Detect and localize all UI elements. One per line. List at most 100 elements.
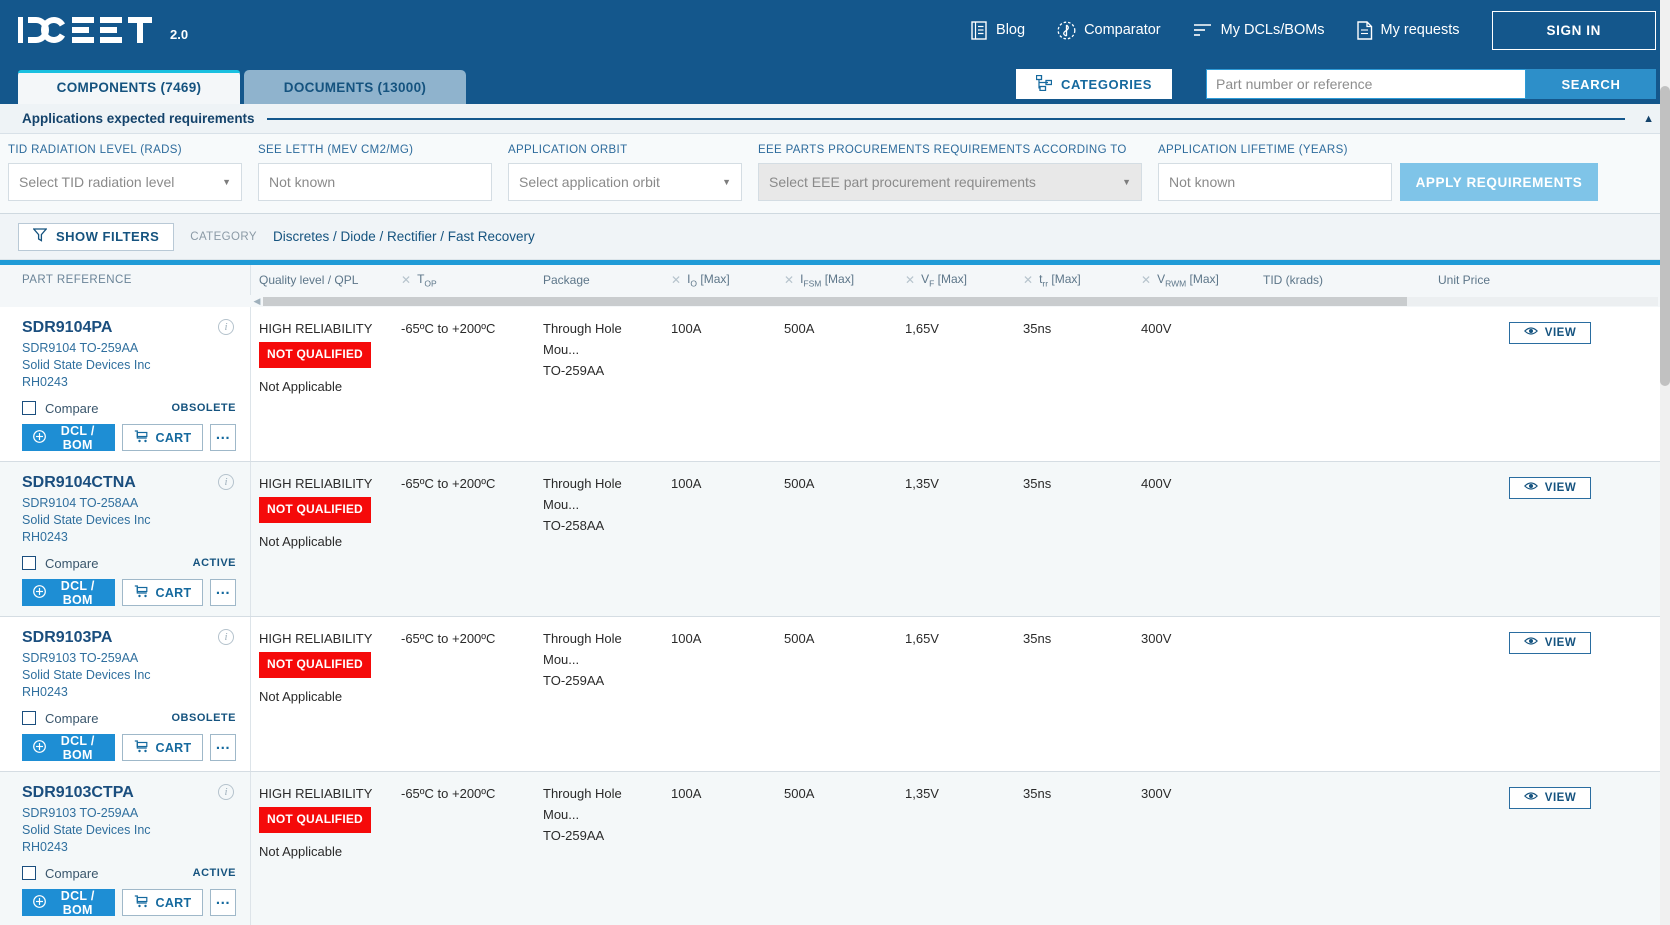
nav-my-requests[interactable]: My requests — [1341, 20, 1476, 40]
cart-button[interactable]: CART — [121, 734, 204, 761]
cart-label: CART — [155, 430, 192, 445]
scroll-left-arrow[interactable]: ◀ — [251, 296, 263, 307]
cart-button[interactable]: CART — [121, 889, 204, 916]
see-letth-value: Not known — [269, 174, 336, 190]
part-reference-cell: SDR9104CTNA SDR9104 TO-258AA Solid State… — [0, 462, 251, 616]
plus-circle-icon — [33, 429, 46, 446]
unit-price-cell: VIEW — [1430, 462, 1670, 616]
part-number[interactable]: SDR9103CTPA — [22, 784, 236, 802]
more-options-button[interactable]: … — [210, 734, 236, 761]
filter-bar: SHOW FILTERS CATEGORY Discretes / Diode … — [0, 214, 1670, 260]
cart-button[interactable]: CART — [121, 424, 204, 451]
col-top-label: TOP — [417, 271, 437, 289]
chevron-down-icon: ▼ — [222, 177, 231, 187]
search-button[interactable]: SEARCH — [1526, 69, 1656, 99]
part-number[interactable]: SDR9104PA — [22, 319, 236, 337]
page-scrollbar-thumb[interactable] — [1660, 86, 1670, 386]
view-button[interactable]: VIEW — [1508, 321, 1592, 344]
remove-column-icon[interactable]: ✕ — [671, 273, 681, 287]
hscroll-track[interactable] — [263, 296, 1658, 306]
part-number[interactable]: SDR9104CTNA — [22, 474, 236, 492]
search-input[interactable] — [1206, 69, 1526, 99]
compare-checkbox[interactable] — [22, 711, 36, 725]
quality-cell: HIGH RELIABILITY NOT QUALIFIED Not Appli… — [251, 307, 393, 461]
part-line2: SDR9103 TO-259AA — [22, 651, 139, 665]
hscroll-thumb[interactable] — [263, 296, 1407, 306]
requirements-divider — [266, 117, 1626, 120]
quality-cell: HIGH RELIABILITY NOT QUALIFIED Not Appli… — [251, 462, 393, 616]
apply-requirements-button[interactable]: APPLY REQUIREMENTS — [1400, 163, 1598, 201]
breadcrumb[interactable]: Discretes / Diode / Rectifier / Fast Rec… — [273, 229, 535, 244]
info-icon[interactable]: i — [218, 474, 234, 490]
ifsm-max-cell: 500A — [784, 631, 815, 646]
remove-column-icon[interactable]: ✕ — [784, 273, 794, 287]
compare-label: Compare — [45, 400, 99, 416]
tab-documents-label: DOCUMENTS (13000) — [283, 79, 427, 95]
categories-button[interactable]: CATEGORIES — [1016, 69, 1172, 99]
dcl-bom-button[interactable]: DCL / BOM — [22, 579, 115, 607]
cart-icon — [134, 739, 149, 756]
chevron-up-icon[interactable]: ▲ — [1637, 113, 1654, 125]
remove-column-icon[interactable]: ✕ — [401, 273, 411, 287]
cart-button[interactable]: CART — [121, 579, 204, 606]
dcl-bom-button[interactable]: DCL / BOM — [22, 734, 115, 762]
requirements-title: Applications expected requirements — [22, 111, 255, 126]
sign-in-button[interactable]: SIGN IN — [1491, 10, 1656, 50]
plus-circle-icon — [33, 584, 46, 601]
tid-cell — [1255, 617, 1430, 771]
info-icon[interactable]: i — [218, 784, 234, 800]
remove-column-icon[interactable]: ✕ — [1141, 273, 1151, 287]
row-actions: DCL / BOM CART … — [22, 734, 236, 762]
view-button[interactable]: VIEW — [1508, 786, 1592, 809]
part-line2: SDR9103 TO-259AA — [22, 806, 139, 820]
remove-column-icon[interactable]: ✕ — [1023, 273, 1033, 287]
tab-components[interactable]: COMPONENTS (7469) — [18, 70, 240, 104]
eee-procurement-value: Select EEE part procurement requirements — [769, 174, 1036, 190]
funnel-icon — [32, 228, 48, 245]
application-orbit-select[interactable]: Select application orbit ▼ — [508, 163, 742, 201]
more-options-button[interactable]: … — [210, 424, 236, 451]
show-filters-button[interactable]: SHOW FILTERS — [18, 222, 175, 251]
view-label: VIEW — [1544, 481, 1577, 494]
compare-label: Compare — [45, 710, 99, 726]
application-lifetime-input[interactable]: Not known — [1158, 163, 1392, 201]
qpl-note: Not Applicable — [259, 534, 343, 549]
info-icon[interactable]: i — [218, 319, 234, 335]
nav-blog-label: Blog — [996, 22, 1026, 38]
eee-procurement-select[interactable]: Select EEE part procurement requirements… — [758, 163, 1142, 201]
package-type: Through Hole Mou... — [543, 786, 622, 822]
horizontal-scrollbar[interactable]: ◀ ▶ — [0, 295, 1670, 307]
dcl-bom-button[interactable]: DCL / BOM — [22, 424, 115, 452]
compare-checkbox[interactable] — [22, 401, 36, 415]
part-number[interactable]: SDR9103PA — [22, 629, 236, 647]
page-scrollbar[interactable] — [1660, 0, 1670, 925]
compare-checkbox[interactable] — [22, 866, 36, 880]
view-button[interactable]: VIEW — [1508, 631, 1592, 654]
field-application-lifetime-label: APPLICATION LIFETIME (YEARS) — [1158, 144, 1348, 156]
search-zone: CATEGORIES SEARCH — [1016, 69, 1656, 104]
compare-row: Compare ACTIVE — [22, 864, 236, 882]
col-package-label: Package — [543, 273, 590, 287]
more-options-button[interactable]: … — [210, 579, 236, 606]
nav-comparator[interactable]: Comparator — [1041, 21, 1177, 40]
cart-icon — [134, 429, 149, 446]
info-icon[interactable]: i — [218, 629, 234, 645]
table-row: SDR9103CTPA SDR9103 TO-259AA Solid State… — [0, 772, 1670, 925]
compare-checkbox[interactable] — [22, 556, 36, 570]
nav-my-dcls-boms[interactable]: My DCLs/BOMs — [1177, 22, 1341, 38]
view-button[interactable]: VIEW — [1508, 476, 1592, 499]
col-part-reference: PART REFERENCE — [0, 265, 251, 295]
more-options-button[interactable]: … — [210, 889, 236, 916]
see-letth-input[interactable]: Not known — [258, 163, 492, 201]
requirements-panel: TID RADIATION LEVEL (RADS) Select TID ra… — [0, 134, 1670, 214]
remove-column-icon[interactable]: ✕ — [905, 273, 915, 287]
quality-cell: HIGH RELIABILITY NOT QUALIFIED Not Appli… — [251, 617, 393, 771]
status-badge: OBSOLETE — [171, 712, 236, 724]
qpl-note: Not Applicable — [259, 689, 343, 704]
tab-documents[interactable]: DOCUMENTS (13000) — [244, 70, 466, 104]
tid-radiation-level-select[interactable]: Select TID radiation level ▼ — [8, 163, 242, 201]
dcl-bom-button[interactable]: DCL / BOM — [22, 889, 115, 917]
nav-blog[interactable]: Blog — [955, 20, 1041, 40]
components-table: PART REFERENCE Quality level / QPL ✕ TOP… — [0, 260, 1670, 925]
site-logo[interactable]: 2.0 — [18, 14, 188, 46]
